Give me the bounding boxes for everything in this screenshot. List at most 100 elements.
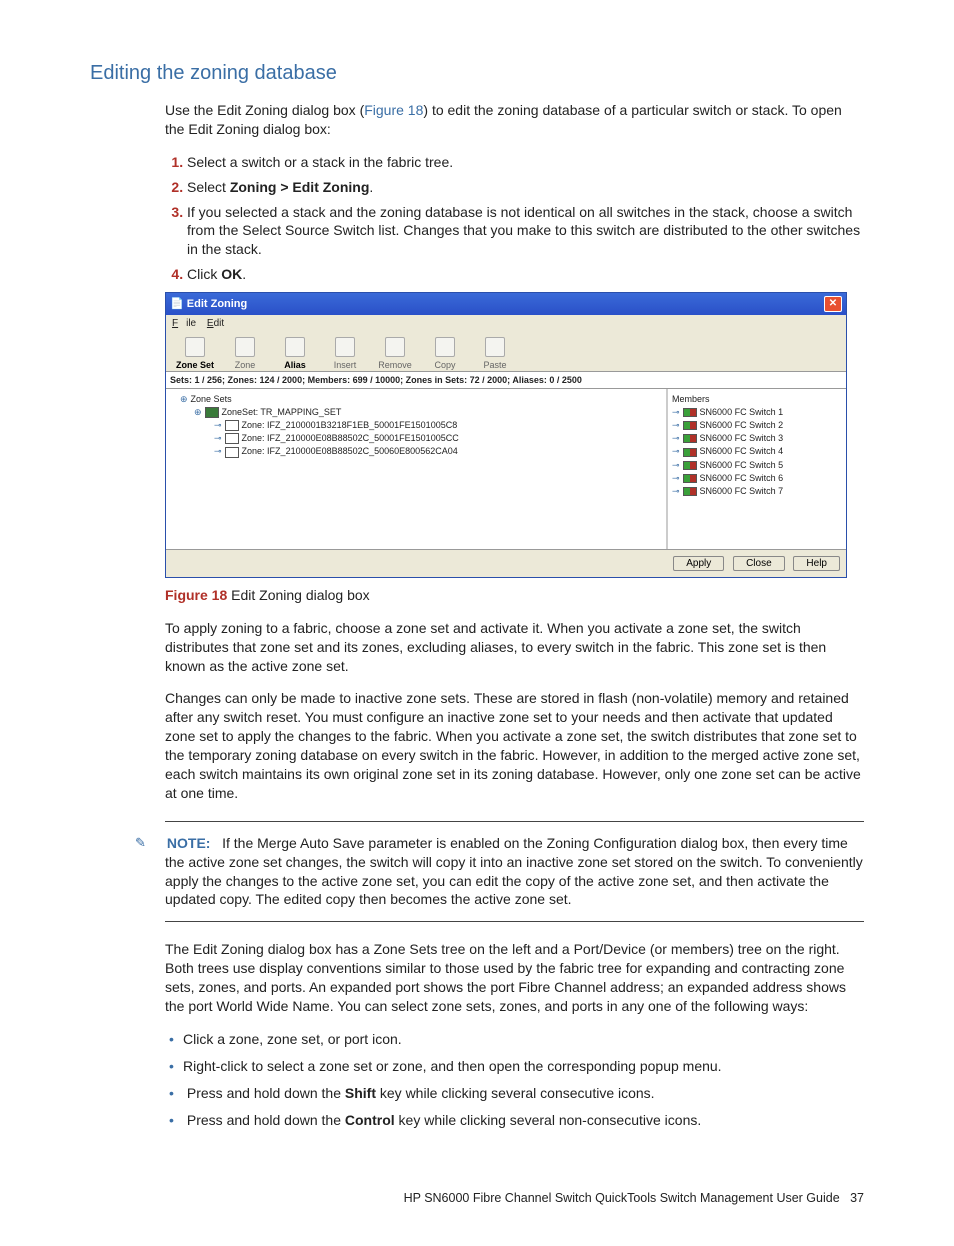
- bullet-3-b: Shift: [345, 1085, 376, 1101]
- remove-icon: [385, 337, 405, 357]
- close-button[interactable]: Close: [733, 556, 785, 571]
- tool-alias-label: Alias: [284, 359, 306, 371]
- member-5[interactable]: SN6000 FC Switch 5: [700, 460, 784, 470]
- step-2-b: Zoning > Edit Zoning: [230, 179, 370, 195]
- expand-handle-icon[interactable]: ⊸: [672, 473, 680, 483]
- step-4-b: OK: [221, 266, 242, 282]
- bullet-4-b: Control: [345, 1112, 395, 1128]
- expand-handle-icon[interactable]: ⊸: [672, 486, 680, 496]
- zoneset-node-icon: [205, 407, 219, 418]
- copy-icon: [435, 337, 455, 357]
- tree-zone-1[interactable]: Zone: IFZ_2100001B3218F1EB_50001FE150100…: [242, 420, 458, 430]
- tool-remove[interactable]: Remove: [370, 337, 420, 371]
- expand-handle-icon[interactable]: ⊕: [194, 407, 202, 417]
- intro-text-a: Use the Edit Zoning dialog box (: [165, 102, 364, 118]
- zone-node-icon: [225, 447, 239, 458]
- step-2-a: Select: [187, 179, 230, 195]
- figure-caption-text: Edit Zoning dialog box: [227, 587, 369, 603]
- tool-zoneset-label: Zone Set: [176, 359, 214, 371]
- member-2[interactable]: SN6000 FC Switch 2: [700, 420, 784, 430]
- member-6[interactable]: SN6000 FC Switch 6: [700, 473, 784, 483]
- member-7[interactable]: SN6000 FC Switch 7: [700, 486, 784, 496]
- bullet-4-a: Press and hold down the: [187, 1112, 345, 1128]
- changes-paragraph: Changes can only be made to inactive zon…: [165, 689, 864, 802]
- tree-zone-3[interactable]: Zone: IFZ_210000E08B88502C_50060E800562C…: [242, 446, 458, 456]
- member-3[interactable]: SN6000 FC Switch 3: [700, 433, 784, 443]
- member-1[interactable]: SN6000 FC Switch 1: [700, 407, 784, 417]
- apply-paragraph: To apply zoning to a fabric, choose a zo…: [165, 619, 864, 676]
- bullet-3: Press and hold down the Shift key while …: [183, 1084, 864, 1103]
- page-footer: HP SN6000 Fibre Channel Switch QuickTool…: [90, 1190, 864, 1207]
- tool-zone-label: Zone: [235, 359, 256, 371]
- bullet-3-c: key while clicking several consecutive i…: [376, 1085, 655, 1101]
- expand-handle-icon[interactable]: ⊸: [214, 420, 222, 430]
- tree-zoneset[interactable]: ZoneSet: TR_MAPPING_SET: [222, 407, 342, 417]
- section-heading: Editing the zoning database: [90, 60, 864, 87]
- zone-node-icon: [225, 433, 239, 444]
- step-1: Select a switch or a stack in the fabric…: [187, 153, 864, 172]
- switch-icon: [683, 474, 697, 483]
- bullet-1: Click a zone, zone set, or port icon.: [183, 1030, 864, 1049]
- tree-root: Zone Sets: [191, 394, 232, 404]
- step-3: If you selected a stack and the zoning d…: [187, 203, 864, 260]
- step-2: Select Zoning > Edit Zoning.: [187, 178, 864, 197]
- figure-number: Figure 18: [165, 587, 227, 603]
- tool-copy[interactable]: Copy: [420, 337, 470, 371]
- zone-icon: [235, 337, 255, 357]
- note-icon: ✎: [135, 834, 153, 852]
- expand-handle-icon[interactable]: ⊸: [672, 460, 680, 470]
- insert-icon: [335, 337, 355, 357]
- zone-sets-tree[interactable]: ⊕Zone Sets ⊕ZoneSet: TR_MAPPING_SET ⊸Zon…: [166, 389, 668, 549]
- expand-handle-icon[interactable]: ⊸: [214, 433, 222, 443]
- dialog-toolbar: Zone Set Zone Alias Insert Remove Copy P…: [166, 333, 846, 372]
- alias-icon: [285, 337, 305, 357]
- tool-zoneset[interactable]: Zone Set: [170, 337, 220, 371]
- figure-caption: Figure 18 Edit Zoning dialog box: [165, 586, 864, 605]
- figure-18-link[interactable]: Figure 18: [364, 102, 423, 118]
- help-button[interactable]: Help: [793, 556, 840, 571]
- switch-icon: [683, 408, 697, 417]
- intro-paragraph: Use the Edit Zoning dialog box (Figure 1…: [165, 101, 864, 139]
- step-4-c: .: [242, 266, 246, 282]
- edit-zoning-dialog: 📄 Edit Zoning ✕ File Edit Zone Set Zone …: [165, 292, 847, 578]
- step-4: Click OK.: [187, 265, 864, 284]
- switch-icon: [683, 461, 697, 470]
- dialog-button-row: Apply Close Help: [166, 549, 846, 577]
- note-text: If the Merge Auto Save parameter is enab…: [165, 835, 863, 908]
- switch-icon: [683, 434, 697, 443]
- members-title: Members: [672, 393, 842, 405]
- expand-handle-icon[interactable]: ⊸: [214, 446, 222, 456]
- tool-alias[interactable]: Alias: [270, 337, 320, 371]
- step-2-c: .: [369, 179, 373, 195]
- dialog-title: Edit Zoning: [187, 298, 247, 310]
- member-4[interactable]: SN6000 FC Switch 4: [700, 446, 784, 456]
- paste-icon: [485, 337, 505, 357]
- tool-paste[interactable]: Paste: [470, 337, 520, 371]
- tree-zone-2[interactable]: Zone: IFZ_210000E08B88502C_50001FE150100…: [242, 433, 459, 443]
- expand-handle-icon[interactable]: ⊸: [672, 446, 680, 456]
- dialog-titlebar[interactable]: 📄 Edit Zoning ✕: [166, 293, 846, 315]
- note-box: ✎ NOTE: If the Merge Auto Save parameter…: [165, 821, 864, 923]
- dialog-menubar: File Edit: [166, 315, 846, 333]
- menu-file[interactable]: File: [172, 318, 196, 329]
- tool-paste-label: Paste: [483, 359, 506, 371]
- footer-text: HP SN6000 Fibre Channel Switch QuickTool…: [404, 1191, 840, 1205]
- switch-icon: [683, 421, 697, 430]
- note-label: NOTE:: [167, 835, 211, 851]
- apply-button[interactable]: Apply: [673, 556, 724, 571]
- step-4-a: Click: [187, 266, 221, 282]
- menu-edit[interactable]: Edit: [207, 318, 224, 329]
- tool-zone[interactable]: Zone: [220, 337, 270, 371]
- expand-handle-icon[interactable]: ⊸: [672, 407, 680, 417]
- tool-insert[interactable]: Insert: [320, 337, 370, 371]
- close-icon[interactable]: ✕: [824, 296, 842, 312]
- footer-page: 37: [850, 1191, 864, 1205]
- selection-ways-list: Click a zone, zone set, or port icon. Ri…: [165, 1030, 864, 1130]
- switch-icon: [683, 487, 697, 496]
- switch-icon: [683, 448, 697, 457]
- expand-handle-icon[interactable]: ⊸: [672, 433, 680, 443]
- members-tree[interactable]: Members ⊸ SN6000 FC Switch 1 ⊸ SN6000 FC S…: [668, 389, 846, 549]
- expand-handle-icon[interactable]: ⊕: [180, 394, 188, 404]
- bullet-4: Press and hold down the Control key whil…: [183, 1111, 864, 1130]
- expand-handle-icon[interactable]: ⊸: [672, 420, 680, 430]
